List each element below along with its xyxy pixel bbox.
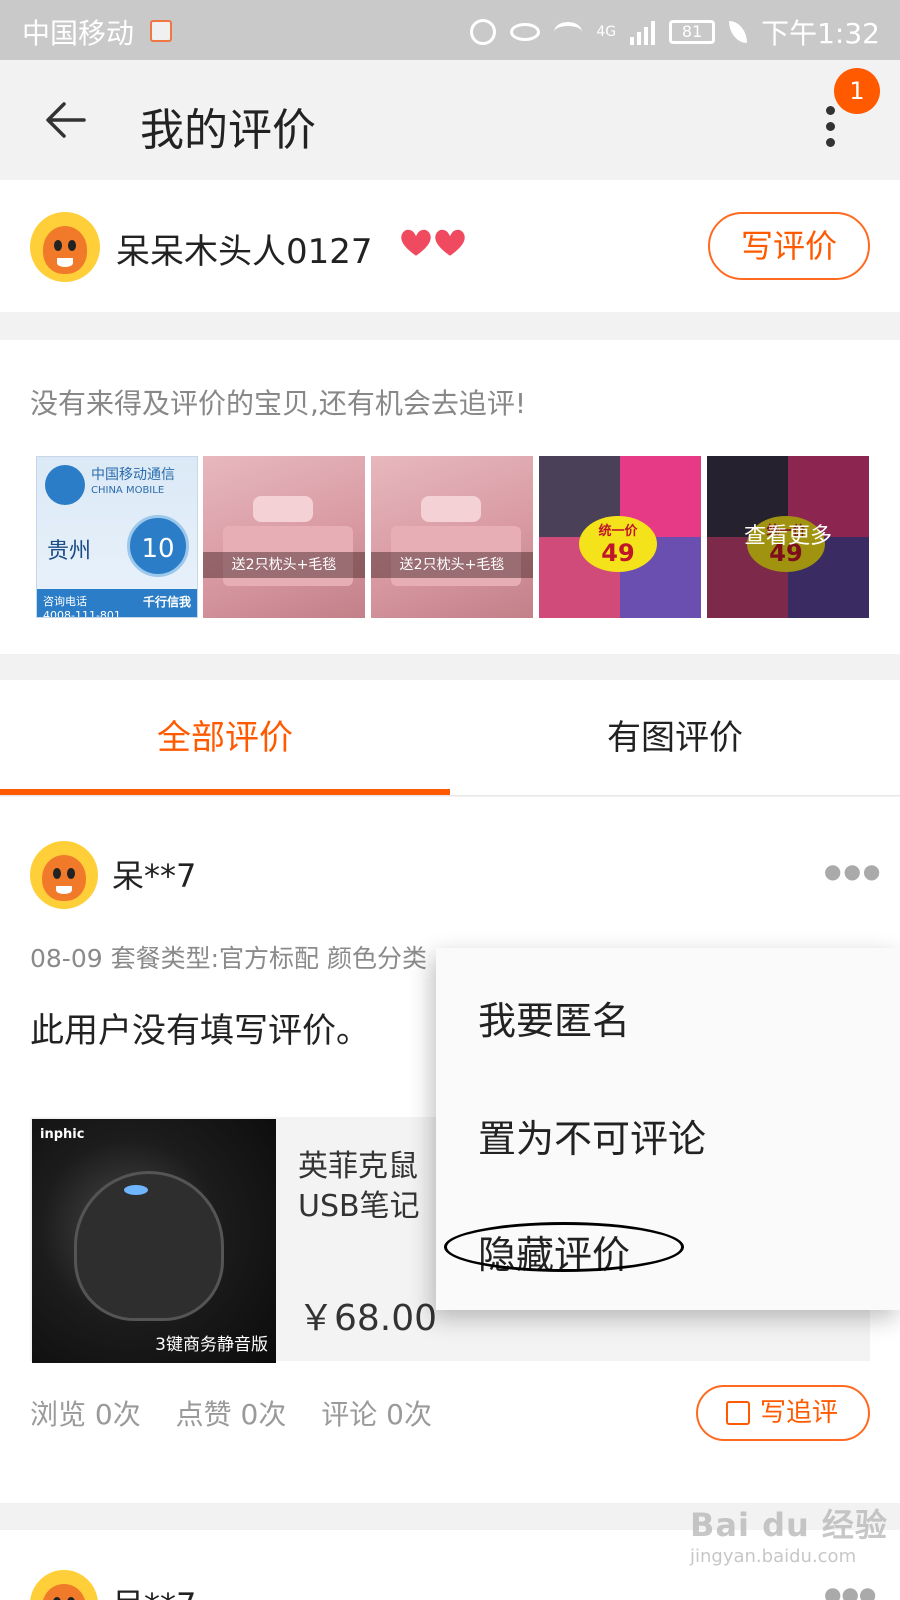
watermark-main: Bai du 经验 bbox=[690, 1506, 888, 1544]
see-more-label: 查看更多 bbox=[707, 456, 869, 618]
page-title: 我的评价 bbox=[140, 105, 316, 156]
sim-notification-icon bbox=[150, 20, 172, 42]
mouse-icon bbox=[74, 1171, 224, 1321]
review-more-icon[interactable]: ●●● bbox=[824, 859, 882, 883]
write-followup-button[interactable]: 写追评 bbox=[696, 1385, 870, 1441]
user-header: 呆呆木头人0127 写评价 bbox=[0, 180, 900, 312]
reviewer-name: 呆**7 bbox=[112, 857, 197, 895]
active-tab-indicator bbox=[0, 789, 450, 795]
bedding-caption: 送2只枕头+毛毯 bbox=[203, 552, 365, 578]
pending-review-section: 没有来得及评价的宝贝,还有机会去追评! 中国移动通信 CHINA MOBILE … bbox=[0, 340, 900, 654]
mobile-card-slogan: 千行信我 bbox=[142, 595, 191, 609]
pending-item-bedding-2[interactable]: 送2只枕头+毛毯 bbox=[371, 456, 533, 618]
avatar[interactable] bbox=[30, 841, 98, 909]
price-sticker: 统一价 49 bbox=[579, 516, 657, 572]
user-name: 呆呆木头人0127 bbox=[116, 232, 373, 272]
carrier-label: 中国移动 bbox=[22, 17, 135, 50]
pending-item-bedding-1[interactable]: 送2只枕头+毛毯 bbox=[203, 456, 365, 618]
back-arrow-icon[interactable] bbox=[44, 98, 88, 142]
mobile-card-title-en: CHINA MOBILE bbox=[91, 485, 165, 496]
views-count: 浏览 0次 bbox=[30, 1398, 141, 1431]
pending-item-colors[interactable]: 统一价 49 bbox=[539, 456, 701, 618]
pending-item-mobile[interactable]: 中国移动通信 CHINA MOBILE 贵州 10 咨询电话 千行信我 4008… bbox=[36, 456, 198, 618]
tab-all-reviews[interactable]: 全部评价 bbox=[0, 680, 450, 796]
mobile-card-phone: 4008-111-801 bbox=[43, 609, 121, 618]
write-review-button[interactable]: 写评价 bbox=[708, 212, 870, 280]
alarm-icon bbox=[470, 19, 497, 45]
product-title: 英菲克鼠 USB笔记 bbox=[298, 1149, 420, 1224]
mobile-card-region: 贵州 bbox=[47, 539, 92, 564]
baidu-jingyan-watermark: Bai du 经验 jingyan.baidu.com bbox=[690, 1500, 890, 1580]
mobile-card-phone-label: 咨询电话 bbox=[43, 595, 87, 608]
power-saving-leaf-icon bbox=[729, 21, 748, 43]
likes-count: 点赞 0次 bbox=[175, 1398, 287, 1431]
avatar[interactable] bbox=[30, 1570, 98, 1600]
review-tabs: 全部评价 有图评价 bbox=[0, 680, 900, 796]
product-edition: 3键商务静音版 bbox=[155, 1335, 268, 1355]
review-more-icon[interactable]: ●●● bbox=[824, 1582, 876, 1600]
hearts-icon bbox=[399, 227, 467, 259]
eye-comfort-icon bbox=[510, 23, 541, 41]
pending-hint: 没有来得及评价的宝贝,还有机会去追评! bbox=[30, 387, 527, 420]
network-type-label: 4G bbox=[596, 24, 617, 40]
mobile-card-footer: 咨询电话 千行信我 4008-111-801 bbox=[37, 589, 197, 618]
battery-icon: 81 bbox=[669, 20, 716, 44]
avatar[interactable] bbox=[30, 212, 100, 282]
app-bar: 我的评价 1 bbox=[0, 60, 900, 178]
status-icons: 4G 81 下午1:32 bbox=[470, 12, 880, 52]
price-sticker-label: 统一价 bbox=[598, 524, 638, 539]
reviewer-name: 呆**7 bbox=[112, 1580, 196, 1600]
clock-label: 下午1:32 bbox=[761, 17, 880, 50]
more-vertical-icon[interactable] bbox=[820, 106, 840, 156]
china-mobile-logo-icon bbox=[45, 465, 85, 505]
highlight-circle-annotation bbox=[444, 1222, 684, 1272]
menu-item-disable-comments[interactable]: 置为不可评论 bbox=[478, 1108, 706, 1163]
review-stats: 浏览 0次 点赞 0次 评论 0次 bbox=[30, 1393, 458, 1433]
product-brand: inphic bbox=[40, 1127, 85, 1142]
edit-icon bbox=[726, 1401, 750, 1425]
product-price: ￥68.00 bbox=[298, 1298, 438, 1339]
watermark-sub: jingyan.baidu.com bbox=[690, 1546, 857, 1567]
signal-icon bbox=[630, 19, 656, 45]
comments-count: 评论 0次 bbox=[321, 1398, 432, 1431]
product-image: inphic 3键商务静音版 bbox=[32, 1119, 276, 1363]
mobile-card-title: 中国移动通信 bbox=[91, 467, 175, 483]
mobile-card-amount: 10 bbox=[127, 515, 189, 577]
tab-image-reviews[interactable]: 有图评价 bbox=[450, 680, 900, 796]
review-content: 此用户没有填写评价。 bbox=[30, 1011, 370, 1051]
status-bar: 中国移动 4G 81 下午1:32 bbox=[0, 0, 900, 60]
wifi-icon bbox=[554, 22, 583, 42]
menu-item-anonymous[interactable]: 我要匿名 bbox=[478, 990, 630, 1045]
write-followup-label: 写追评 bbox=[760, 1398, 839, 1428]
notification-badge: 1 bbox=[834, 68, 880, 114]
bedding-caption: 送2只枕头+毛毯 bbox=[371, 552, 533, 578]
review-meta: 08-09 套餐类型:官方标配 颜色分类:黑色 商务3键版 bbox=[30, 944, 430, 973]
pending-item-see-more[interactable]: 统一价 49 查看更多 bbox=[707, 456, 869, 618]
price-sticker-value: 49 bbox=[601, 539, 635, 567]
